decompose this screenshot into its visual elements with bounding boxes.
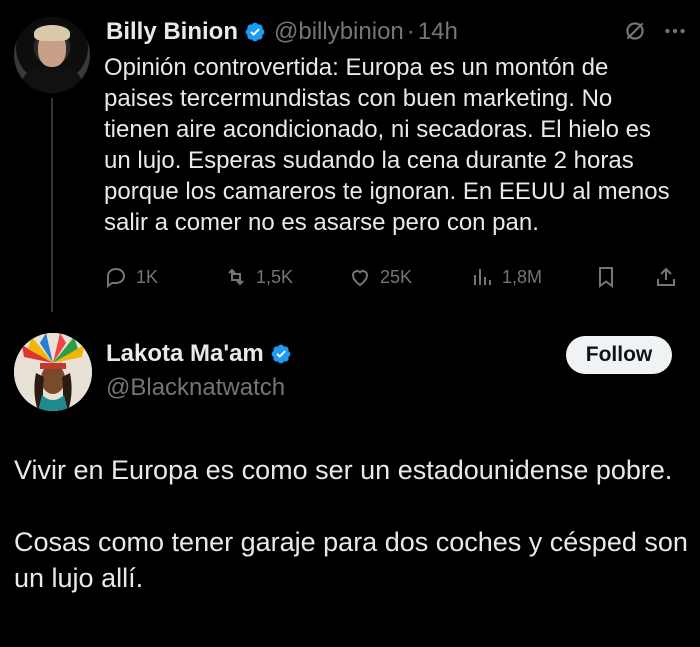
repost-button[interactable]: 1,5K — [224, 262, 293, 292]
tweet-body: Opinión controvertida: Europa es un mont… — [104, 54, 670, 236]
avatar[interactable] — [14, 333, 92, 411]
bookmark-icon — [599, 267, 613, 288]
avatar[interactable] — [14, 17, 90, 93]
repost-count: 1,5K — [256, 266, 294, 287]
bookmark-button[interactable] — [594, 262, 618, 292]
follow-button[interactable]: Follow — [566, 336, 672, 374]
reply-author-handle[interactable]: @Blacknatwatch — [106, 374, 285, 402]
heart-icon — [351, 270, 369, 287]
author-handle[interactable]: @billybinion — [274, 18, 404, 46]
verified-badge-icon — [271, 344, 291, 364]
more-options-icon[interactable] — [662, 18, 688, 44]
tweet-actions: 1K 1,5K 25K 1,8M — [104, 262, 684, 292]
views-bar-icon — [474, 269, 491, 285]
reply-author-name[interactable]: Lakota Ma'am — [106, 340, 264, 368]
tweet-top-icons — [622, 18, 688, 44]
views-button[interactable]: 1,8M — [470, 262, 542, 292]
timestamp[interactable]: 14h — [418, 18, 458, 46]
reply-paragraph: Cosas como tener garaje para dos coches … — [14, 527, 688, 593]
repost-icon — [228, 268, 244, 286]
like-button[interactable]: 25K — [348, 262, 412, 292]
reply-body: Vivir en Europa es como ser un estadouni… — [14, 452, 694, 632]
author-name[interactable]: Billy Binion — [106, 18, 238, 46]
reply-paragraph: Vivir en Europa es como ser un estadouni… — [14, 455, 673, 485]
reply-button[interactable]: 1K — [104, 262, 158, 292]
share-icon — [657, 267, 675, 286]
thread-connector-line — [51, 98, 53, 312]
like-count: 25K — [380, 266, 413, 287]
reply-icon — [107, 267, 126, 288]
avatar-image — [14, 333, 92, 411]
reply-author[interactable]: Lakota Ma'am — [106, 340, 292, 368]
share-button[interactable] — [654, 262, 678, 292]
grok-icon[interactable] — [622, 18, 648, 44]
verified-badge-icon — [245, 22, 265, 42]
views-count: 1,8M — [502, 266, 543, 287]
tweet-header: Billy Binion @billybinion · 14h — [106, 16, 458, 48]
reply-count: 1K — [136, 266, 159, 287]
separator: · — [406, 18, 415, 45]
